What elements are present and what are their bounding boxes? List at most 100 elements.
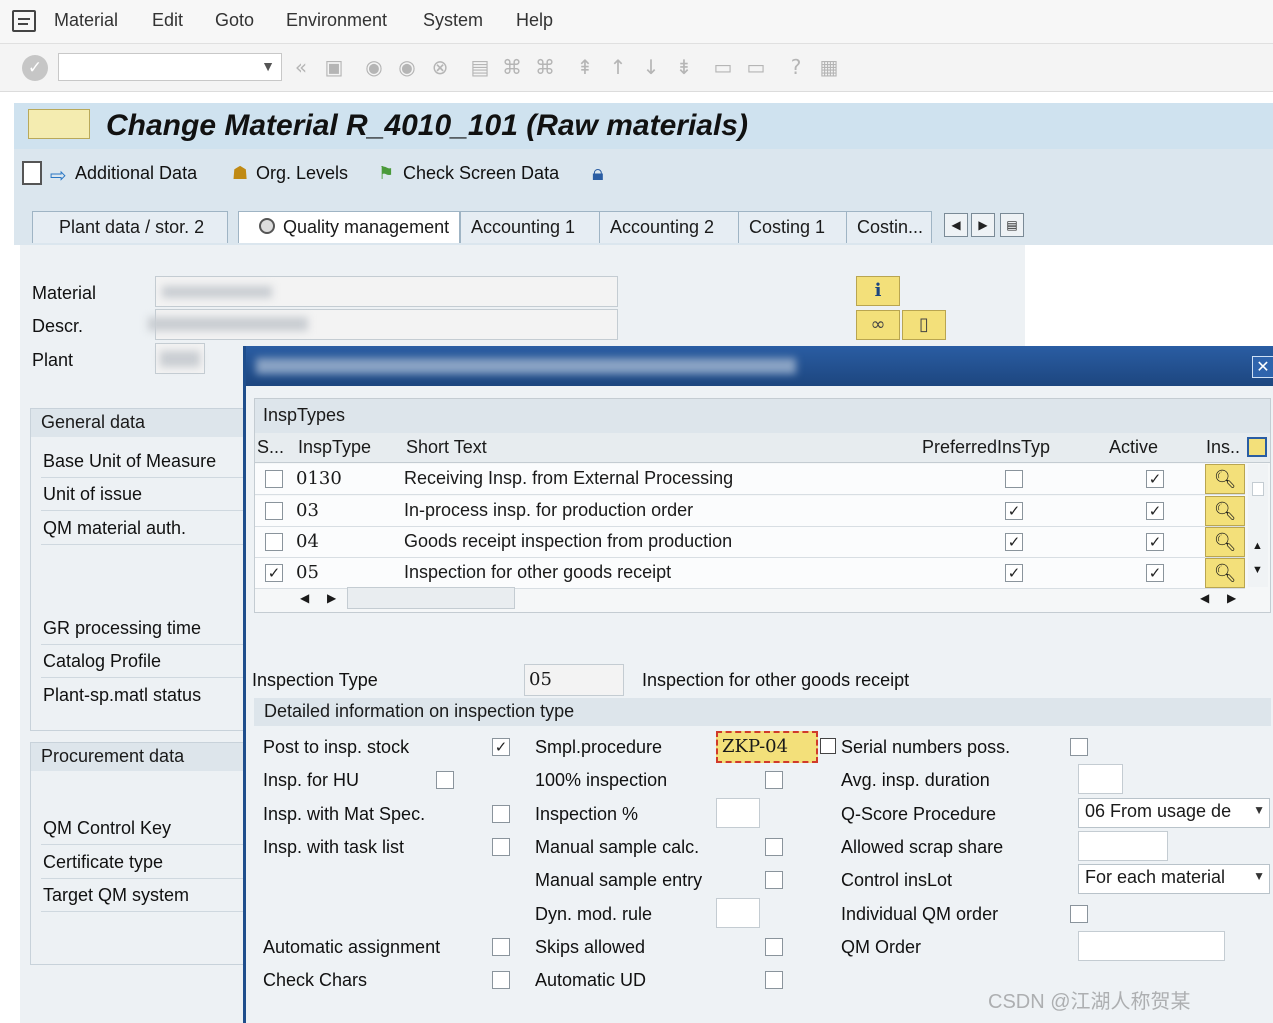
automatic-ud-checkbox[interactable] [765,971,783,989]
manual-sample-calc-checkbox[interactable] [765,838,783,856]
shortcut-icon[interactable]: ▭ [744,55,768,79]
tab-scroll-left-icon[interactable]: ◀ [944,213,968,237]
scroll-right-icon[interactable]: ▶ [327,591,336,605]
previous-page-icon[interactable]: ↑ [606,55,630,79]
inspection-type-field[interactable]: 05 [524,664,624,696]
table-row[interactable]: 03 In-process insp. for production order… [255,496,1245,527]
back-icon[interactable]: ◉ [362,55,386,79]
active-checkbox[interactable]: ✓ [1146,502,1164,520]
skips-allowed-checkbox[interactable] [765,938,783,956]
qm-order-field[interactable] [1078,931,1225,961]
table-row[interactable]: 04 Goods receipt inspection from product… [255,527,1245,558]
find-icon[interactable]: ⌘ [500,55,524,79]
column-settings-icon[interactable] [1247,437,1267,457]
inspection-pct-field[interactable] [716,798,760,828]
find-next-icon[interactable]: ⌘ [533,55,557,79]
back-double-icon[interactable]: « [289,55,313,79]
q-score-procedure-dropdown[interactable]: 06 From usage de ▼ [1078,798,1270,828]
cancel-icon[interactable]: ⊗ [428,55,452,79]
scroll-up-icon[interactable]: ▲ [1252,540,1263,552]
help-icon[interactable]: ? [784,55,808,79]
info-icon[interactable]: i [856,276,900,306]
command-field[interactable]: ▼ [58,53,282,81]
row-select-checkbox[interactable] [265,470,283,488]
first-page-icon[interactable]: ⇞ [573,55,597,79]
last-page-icon[interactable]: ⇟ [672,55,696,79]
menu-icon[interactable] [12,10,36,32]
active-checkbox[interactable]: ✓ [1146,470,1164,488]
insp-with-task-list-checkbox[interactable] [492,838,510,856]
tab-accounting-1[interactable]: Accounting 1 [460,211,600,243]
scroll-down-icon[interactable]: ▼ [1252,564,1263,576]
select-views-icon[interactable] [22,161,42,185]
row-select-checkbox[interactable] [265,502,283,520]
tab-scroll-right-icon[interactable]: ▶ [971,213,995,237]
active-checkbox[interactable]: ✓ [1146,564,1164,582]
automatic-assignment-checkbox[interactable] [492,938,510,956]
glasses-icon[interactable]: ∞ [856,310,900,340]
lock-icon[interactable]: 🔒︎ [592,161,604,186]
inspection-setup-icon[interactable]: 🔍︎ [1205,527,1245,557]
menu-environment[interactable]: Environment [286,10,387,31]
avg-insp-duration-field[interactable] [1078,764,1123,794]
manual-sample-entry-checkbox[interactable] [765,871,783,889]
preferred-checkbox[interactable]: ✓ [1005,533,1023,551]
col-preferred[interactable]: PreferredInsTyp [922,437,1050,458]
org-levels-button[interactable]: Org. Levels [256,163,348,184]
horizontal-scrollbar[interactable] [347,587,515,609]
tab-quality-management[interactable]: Quality management [238,211,460,243]
check-chars-checkbox[interactable] [492,971,510,989]
value-help-icon[interactable] [820,738,836,754]
smpl-procedure-field[interactable]: ZKP-04 [716,731,818,763]
tab-list-icon[interactable]: ▤ [1000,213,1024,237]
enter-icon[interactable]: ✓ [22,55,48,81]
layout-menu-icon[interactable]: ▦ [817,55,841,79]
menu-material[interactable]: Material [54,10,118,31]
additional-data-button[interactable]: Additional Data [75,163,197,184]
inspection-setup-icon[interactable]: 🔍︎ [1205,464,1245,494]
insp-100-checkbox[interactable] [765,771,783,789]
menu-goto[interactable]: Goto [215,10,254,31]
check-screen-data-button[interactable]: Check Screen Data [403,163,559,184]
insp-for-hu-checkbox[interactable] [436,771,454,789]
table-row[interactable]: 0130 Receiving Insp. from External Proce… [255,464,1245,495]
active-checkbox[interactable]: ✓ [1146,533,1164,551]
preferred-checkbox[interactable] [1005,470,1023,488]
col-short-text[interactable]: Short Text [406,437,487,458]
document-icon[interactable]: ▯ [902,310,946,340]
tab-accounting-2[interactable]: Accounting 2 [599,211,739,243]
vertical-scrollbar[interactable]: ▲ ▼ [1248,464,1268,587]
scroll-left-icon[interactable]: ◀ [300,591,309,605]
scroll-right-icon[interactable]: ▶ [1227,591,1236,605]
save-icon[interactable]: ▣ [322,55,346,79]
individual-qm-order-checkbox[interactable] [1070,905,1088,923]
col-ins[interactable]: Ins.. [1206,437,1240,458]
insp-with-mat-spec-checkbox[interactable] [492,805,510,823]
tab-costing-1[interactable]: Costing 1 [738,211,848,243]
serial-numbers-checkbox[interactable] [1070,738,1088,756]
chevron-down-icon[interactable]: ▼ [1253,869,1265,883]
tab-plant-data-stor-2[interactable]: Plant data / stor. 2 [32,211,228,243]
inspection-setup-icon[interactable]: 🔍︎ [1205,496,1245,526]
menu-edit[interactable]: Edit [152,10,183,31]
dyn-mod-rule-field[interactable] [716,898,760,928]
print-icon[interactable]: ▤ [468,55,492,79]
row-select-checkbox[interactable]: ✓ [265,564,283,582]
new-session-icon[interactable]: ▭ [711,55,735,79]
allowed-scrap-share-field[interactable] [1078,831,1168,861]
close-icon[interactable]: ✕ [1252,356,1273,378]
chevron-down-icon[interactable]: ▼ [1253,803,1265,817]
tab-costing-2[interactable]: Costin... [846,211,932,243]
table-row[interactable]: ✓ 05 Inspection for other goods receipt … [255,558,1245,589]
inspection-setup-icon[interactable]: 🔍︎ [1205,558,1245,588]
control-inslot-dropdown[interactable]: For each material ▼ [1078,864,1270,894]
next-page-icon[interactable]: ↓ [639,55,663,79]
menu-system[interactable]: System [423,10,483,31]
chevron-down-icon[interactable]: ▼ [261,58,275,74]
col-selected[interactable]: S... [257,437,284,458]
row-select-checkbox[interactable] [265,533,283,551]
preferred-checkbox[interactable]: ✓ [1005,502,1023,520]
col-insptype[interactable]: InspType [298,437,371,458]
menu-help[interactable]: Help [516,10,553,31]
exit-icon[interactable]: ◉ [395,55,419,79]
